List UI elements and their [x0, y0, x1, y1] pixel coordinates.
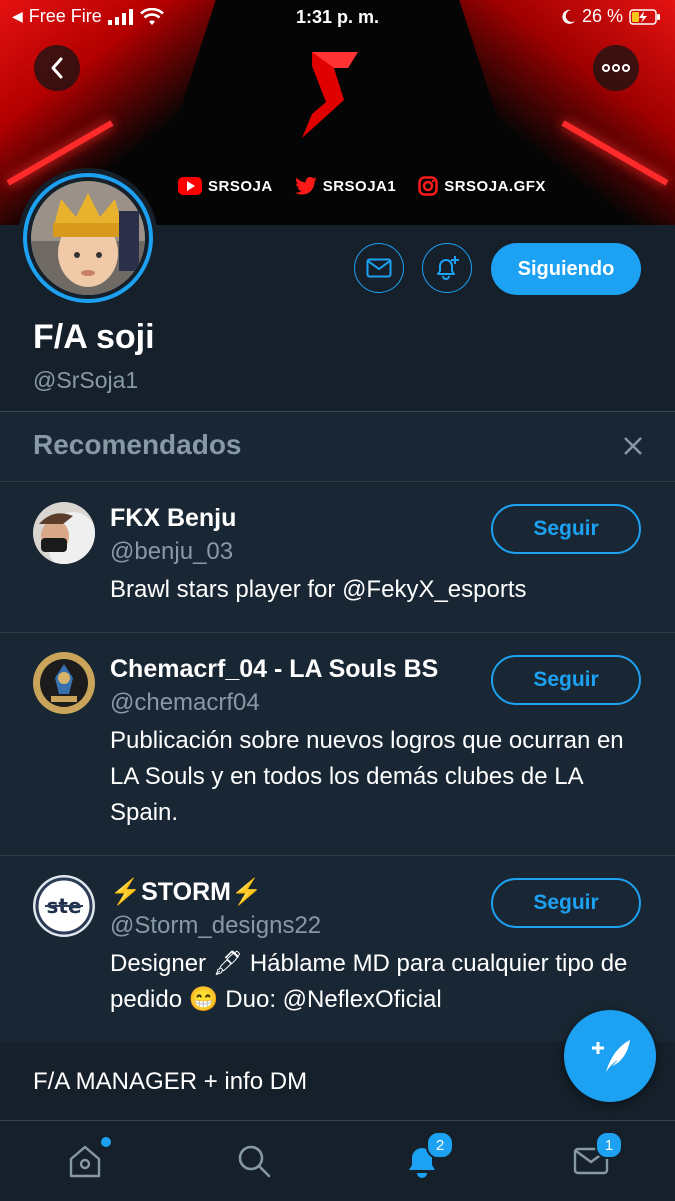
tab-home[interactable] — [63, 1137, 111, 1183]
user-name[interactable]: FKX Benju — [110, 504, 236, 533]
status-bar-right: 26 % — [560, 6, 661, 27]
bottom-tab-bar: 2 1 — [0, 1120, 675, 1201]
user-bio: Brawl stars player for @FekyX_esports — [110, 576, 527, 603]
youtube-icon — [178, 177, 202, 195]
recommendations-title: Recomendados — [33, 429, 242, 460]
message-button[interactable] — [354, 243, 404, 293]
more-options-button[interactable] — [593, 45, 639, 91]
instagram-icon — [418, 176, 438, 196]
messages-badge: 1 — [595, 1131, 623, 1159]
follow-button[interactable]: Seguir — [491, 655, 641, 705]
profile-handle: @SrSoja1 — [33, 367, 139, 393]
avatar-image — [31, 181, 145, 295]
profile-avatar[interactable] — [18, 168, 158, 308]
following-button[interactable]: Siguiendo — [491, 243, 641, 295]
profile-bio: F/A MANAGER + info DM — [33, 1068, 308, 1095]
moon-icon — [562, 9, 575, 24]
banner-social-label: SRSOJA1 — [322, 177, 397, 195]
follow-button[interactable]: Seguir — [491, 504, 641, 554]
banner-social-row: SRSOJA SRSOJA1 SRSOJA.GFX — [178, 176, 546, 196]
user-avatar[interactable] — [33, 502, 95, 564]
banner-social-twitter: SRSOJA1 — [294, 177, 397, 195]
banner-social-label: SRSOJA.GFX — [444, 177, 546, 195]
close-icon[interactable] — [621, 434, 645, 458]
tab-search[interactable] — [232, 1139, 276, 1183]
home-new-dot — [101, 1137, 111, 1147]
banner-social-label: SRSOJA — [208, 177, 273, 195]
user-handle: @chemacrf04 — [110, 689, 260, 716]
user-name[interactable]: ⚡️STORM⚡️ — [110, 878, 262, 907]
recommendations-panel: Recomendados FKX Benju @benju_03 Brawl s… — [0, 411, 675, 1042]
home-icon — [69, 1145, 101, 1178]
search-icon — [238, 1145, 271, 1178]
compose-feather-icon — [592, 1040, 630, 1072]
tab-messages[interactable]: 1 — [569, 1131, 623, 1183]
user-avatar[interactable] — [33, 652, 95, 714]
battery-percent: 26 % — [581, 6, 623, 26]
user-bio: Designer 🖋 Háblame MD para cualquier tip… — [110, 950, 628, 1013]
battery-charging-icon — [629, 8, 660, 25]
recommended-user-card[interactable]: FKX Benju @benju_03 Brawl stars player f… — [0, 482, 675, 632]
user-bio: Publicación sobre nuevos logros que ocur… — [110, 727, 624, 826]
notifications-subscribe-button[interactable] — [422, 243, 472, 293]
chevron-left-icon — [51, 57, 63, 79]
avatar-ring — [23, 173, 153, 303]
follow-button[interactable]: Seguir — [491, 878, 641, 928]
banner-social-youtube: SRSOJA — [178, 177, 273, 195]
tab-notifications[interactable]: 2 — [400, 1131, 454, 1183]
back-button[interactable] — [34, 45, 80, 91]
recommended-user-card[interactable]: Chemacrf_04 - LA Souls BS @chemacrf04 Pu… — [0, 633, 675, 855]
user-handle: @Storm_designs22 — [110, 912, 322, 939]
more-horizontal-icon — [602, 64, 630, 72]
banner-logo-icon — [302, 52, 358, 138]
compose-tweet-button[interactable] — [564, 1010, 656, 1102]
banner-social-instagram: SRSOJA.GFX — [418, 176, 546, 196]
twitter-icon — [294, 177, 317, 195]
profile-display-name: F/A soji — [33, 318, 155, 356]
user-name[interactable]: Chemacrf_04 - LA Souls BS — [110, 655, 438, 684]
envelope-icon — [366, 258, 392, 278]
user-avatar[interactable]: ste — [33, 875, 95, 937]
notifications-badge: 2 — [426, 1131, 454, 1159]
user-handle: @benju_03 — [110, 538, 234, 565]
status-bar: ◀ Free Fire 1:31 p. m. 26 % — [0, 0, 675, 36]
recommended-user-card[interactable]: ste ⚡️STORM⚡️ @Storm_designs22 Designer … — [0, 856, 675, 1041]
bell-plus-icon — [437, 256, 459, 280]
